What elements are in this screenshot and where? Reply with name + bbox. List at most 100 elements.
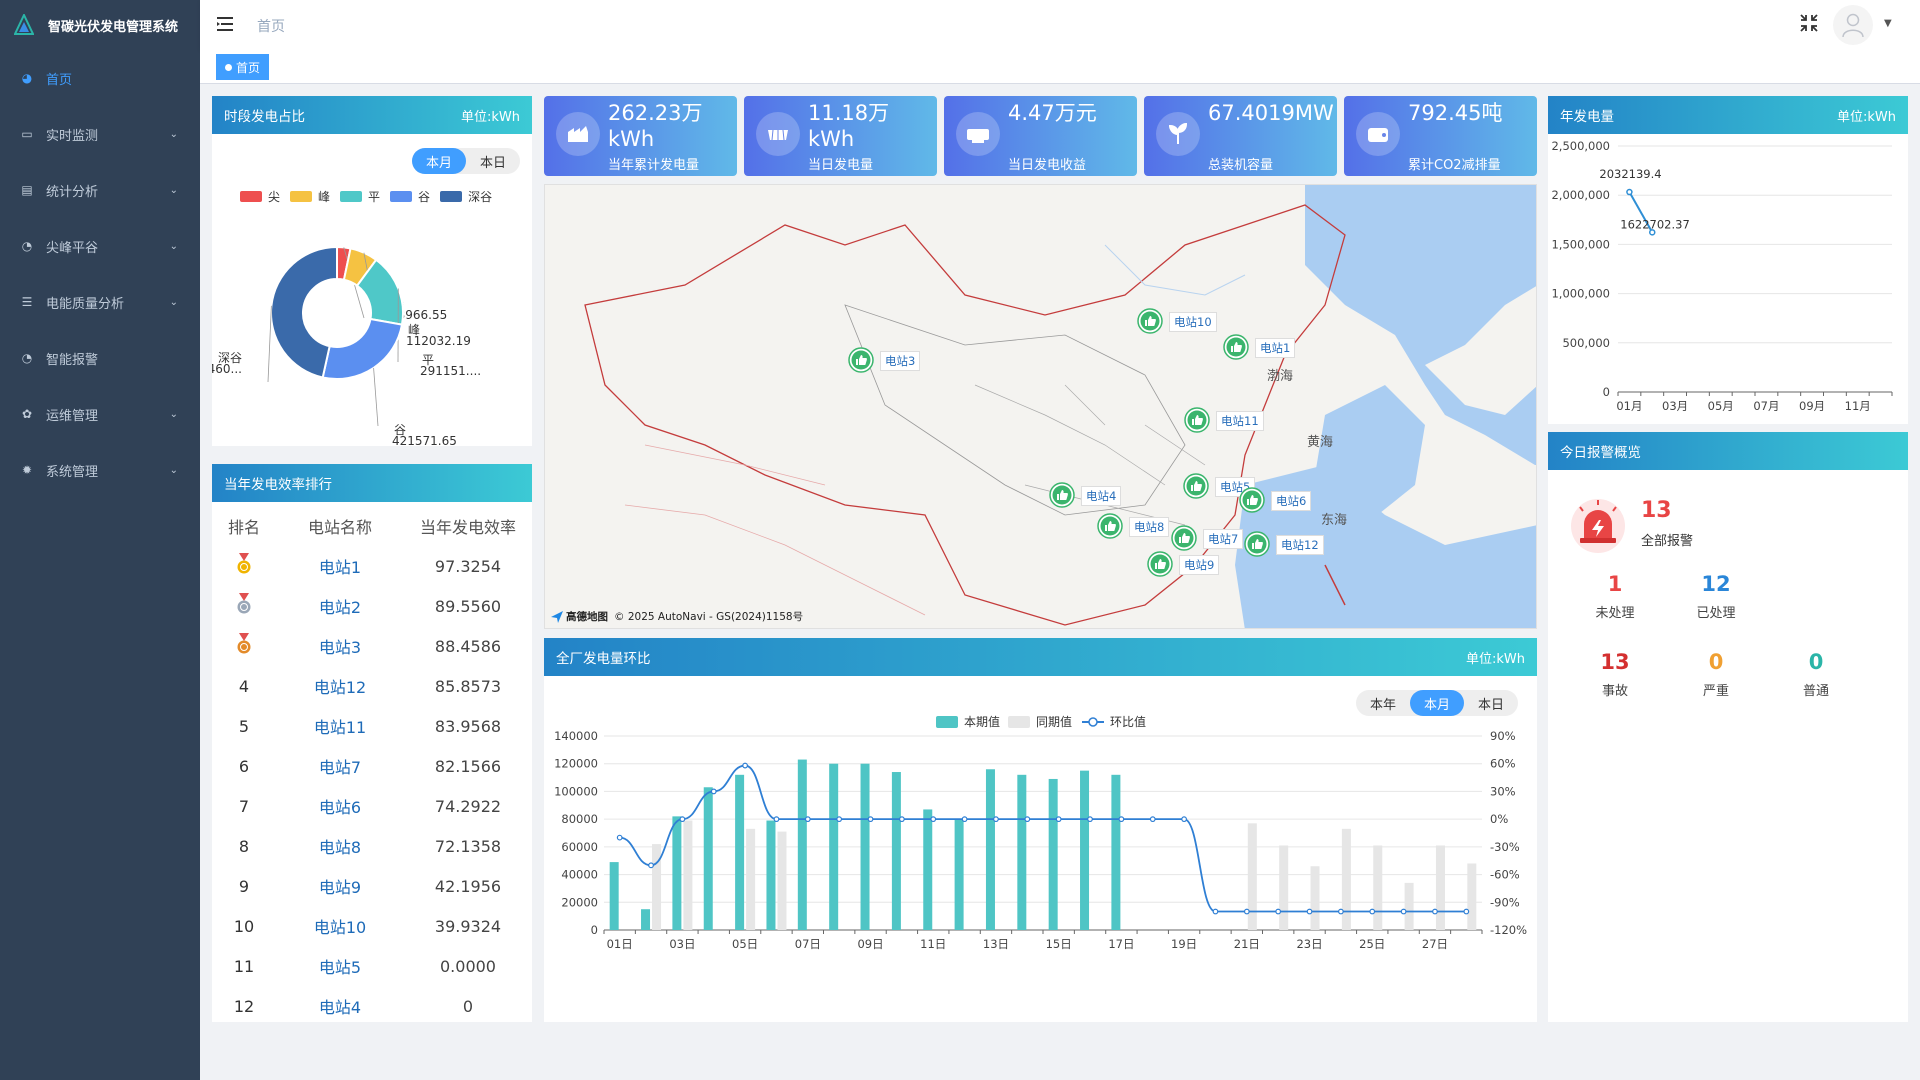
bar-last-period[interactable] bbox=[1467, 863, 1477, 930]
ratio-point[interactable] bbox=[648, 862, 654, 869]
station-map[interactable]: 渤海 黄海 东海 电站3 电站10 电站1 电站11 电站4 电站5 电站6 电站8 电站7 电站… bbox=[544, 184, 1537, 629]
donut-slice[interactable] bbox=[270, 245, 338, 379]
table-row[interactable]: 9 电站9 42.1956 bbox=[212, 866, 532, 906]
table-row[interactable]: 5 电站11 83.9568 bbox=[212, 706, 532, 746]
bar-last-period[interactable] bbox=[777, 831, 787, 930]
bar-current[interactable] bbox=[797, 759, 807, 930]
sidebar-item-7[interactable]: ✹ 系统管理 ⌄ bbox=[0, 442, 200, 498]
bar-last-period[interactable] bbox=[1310, 866, 1320, 930]
ratio-point[interactable] bbox=[1024, 816, 1031, 823]
bar-current[interactable] bbox=[703, 787, 713, 930]
bar-current[interactable] bbox=[954, 819, 964, 930]
legend-item[interactable]: 峰 bbox=[290, 188, 330, 205]
legend-item[interactable]: 谷 bbox=[390, 188, 430, 205]
ratio-point[interactable] bbox=[710, 788, 717, 795]
bar-last-period[interactable] bbox=[1279, 845, 1289, 930]
table-row[interactable]: 电站2 89.5560 bbox=[212, 586, 532, 626]
station-link[interactable]: 电站1 bbox=[276, 554, 404, 578]
station-link[interactable]: 电站7 bbox=[276, 754, 404, 778]
legend-item[interactable]: 深谷 bbox=[440, 188, 492, 205]
table-row[interactable]: 6 电站7 82.1566 bbox=[212, 746, 532, 786]
ratio-point[interactable] bbox=[1369, 908, 1376, 915]
sidebar-item-5[interactable]: ◔ 智能报警 bbox=[0, 330, 200, 386]
app-logo[interactable]: 智碳光伏发电管理系统 bbox=[0, 0, 200, 50]
bar-current[interactable] bbox=[766, 820, 776, 930]
ratio-point[interactable] bbox=[1243, 908, 1250, 915]
station-link[interactable]: 电站6 bbox=[276, 794, 404, 818]
alarm-stat-value[interactable]: 1 bbox=[1585, 572, 1645, 596]
station-link[interactable]: 电站2 bbox=[276, 594, 404, 618]
ratio-point[interactable] bbox=[773, 816, 780, 823]
bar-current[interactable] bbox=[829, 763, 839, 930]
ratio-point[interactable] bbox=[1212, 908, 1219, 915]
tag-home[interactable]: 首页 bbox=[216, 54, 270, 80]
ratio-point[interactable] bbox=[616, 834, 623, 841]
legend-swatch[interactable] bbox=[936, 716, 958, 728]
legend-swatch[interactable] bbox=[1008, 716, 1030, 728]
tab-this-month[interactable]: 本月 bbox=[412, 148, 467, 174]
exit-fullscreen-icon[interactable] bbox=[1798, 12, 1820, 34]
user-avatar[interactable] bbox=[1833, 5, 1873, 45]
bar-last-period[interactable] bbox=[1435, 845, 1445, 930]
table-row[interactable]: 11 电站5 0.0000 bbox=[212, 946, 532, 986]
alarm-stat-value[interactable]: 13 bbox=[1585, 650, 1645, 674]
table-row[interactable]: 12 电站4 0 bbox=[212, 986, 532, 1026]
table-row[interactable]: 8 电站8 72.1358 bbox=[212, 826, 532, 866]
station-link[interactable]: 电站12 bbox=[276, 674, 404, 698]
ratio-point[interactable] bbox=[1087, 816, 1093, 823]
legend-item[interactable]: 平 bbox=[340, 188, 380, 205]
ratio-point[interactable] bbox=[930, 816, 937, 823]
ratio-point[interactable] bbox=[961, 816, 968, 823]
station-link[interactable]: 电站8 bbox=[276, 834, 404, 858]
ratio-point[interactable] bbox=[1432, 908, 1438, 915]
table-row[interactable]: 4 电站12 85.8573 bbox=[212, 666, 532, 706]
bar-current[interactable] bbox=[672, 816, 682, 930]
ratio-point[interactable] bbox=[836, 816, 843, 823]
table-row[interactable]: 电站3 88.4586 bbox=[212, 626, 532, 666]
bar-current[interactable] bbox=[641, 909, 651, 930]
alarm-stat-value[interactable]: 0 bbox=[1686, 650, 1746, 674]
bar-current[interactable] bbox=[985, 769, 995, 930]
sidebar-item-3[interactable]: ◔ 尖峰平谷 ⌄ bbox=[0, 218, 200, 274]
tab-today[interactable]: 本日 bbox=[466, 148, 520, 174]
ratio-point[interactable] bbox=[1337, 908, 1344, 915]
station-link[interactable]: 电站5 bbox=[276, 954, 404, 978]
ratio-point[interactable] bbox=[742, 762, 749, 769]
station-link[interactable]: 电站10 bbox=[276, 914, 404, 938]
bar-last-period[interactable] bbox=[1404, 882, 1414, 930]
alarm-stat-value[interactable]: 0 bbox=[1786, 650, 1846, 674]
bar-current[interactable] bbox=[923, 809, 933, 930]
bar-current[interactable] bbox=[1111, 774, 1121, 930]
ratio-point[interactable] bbox=[1275, 908, 1282, 915]
alarm-stat-value[interactable]: 12 bbox=[1686, 572, 1746, 596]
bar-last-period[interactable] bbox=[1373, 845, 1383, 930]
ratio-point[interactable] bbox=[867, 816, 874, 823]
bar-last-period[interactable] bbox=[746, 828, 756, 930]
ratio-point[interactable] bbox=[1055, 816, 1062, 823]
bar-current[interactable] bbox=[735, 774, 745, 930]
table-row[interactable]: 7 电站6 74.2922 bbox=[212, 786, 532, 826]
bar-current[interactable] bbox=[891, 772, 901, 930]
table-row[interactable]: 10 电站10 39.9324 bbox=[212, 906, 532, 946]
sidebar-item-0[interactable]: ◕ 首页 bbox=[0, 50, 200, 106]
station-link[interactable]: 电站3 bbox=[276, 634, 404, 658]
ratio-point[interactable] bbox=[1306, 908, 1313, 915]
bar-last-period[interactable] bbox=[1341, 828, 1351, 930]
sidebar-item-4[interactable]: ☰ 电能质量分析 ⌄ bbox=[0, 274, 200, 330]
ratio-point[interactable] bbox=[898, 816, 905, 823]
ratio-point[interactable] bbox=[1463, 908, 1470, 915]
table-row[interactable]: 电站1 97.3254 bbox=[212, 546, 532, 586]
annual-point[interactable] bbox=[1626, 188, 1633, 196]
bar-last-period[interactable] bbox=[652, 844, 662, 930]
bar-current[interactable] bbox=[1080, 770, 1090, 930]
bar-current[interactable] bbox=[860, 763, 870, 930]
ratio-point[interactable] bbox=[804, 816, 811, 823]
sidebar-item-6[interactable]: ✿ 运维管理 ⌄ bbox=[0, 386, 200, 442]
breadcrumb[interactable]: 首页 bbox=[257, 16, 285, 36]
ratio-point[interactable] bbox=[1181, 816, 1188, 823]
legend-item[interactable]: 尖 bbox=[240, 188, 280, 205]
bar-current[interactable] bbox=[1017, 774, 1027, 930]
ratio-point[interactable] bbox=[1400, 908, 1407, 915]
sidebar-item-2[interactable]: ▤ 统计分析 ⌄ bbox=[0, 162, 200, 218]
bar-last-period[interactable] bbox=[683, 820, 693, 930]
